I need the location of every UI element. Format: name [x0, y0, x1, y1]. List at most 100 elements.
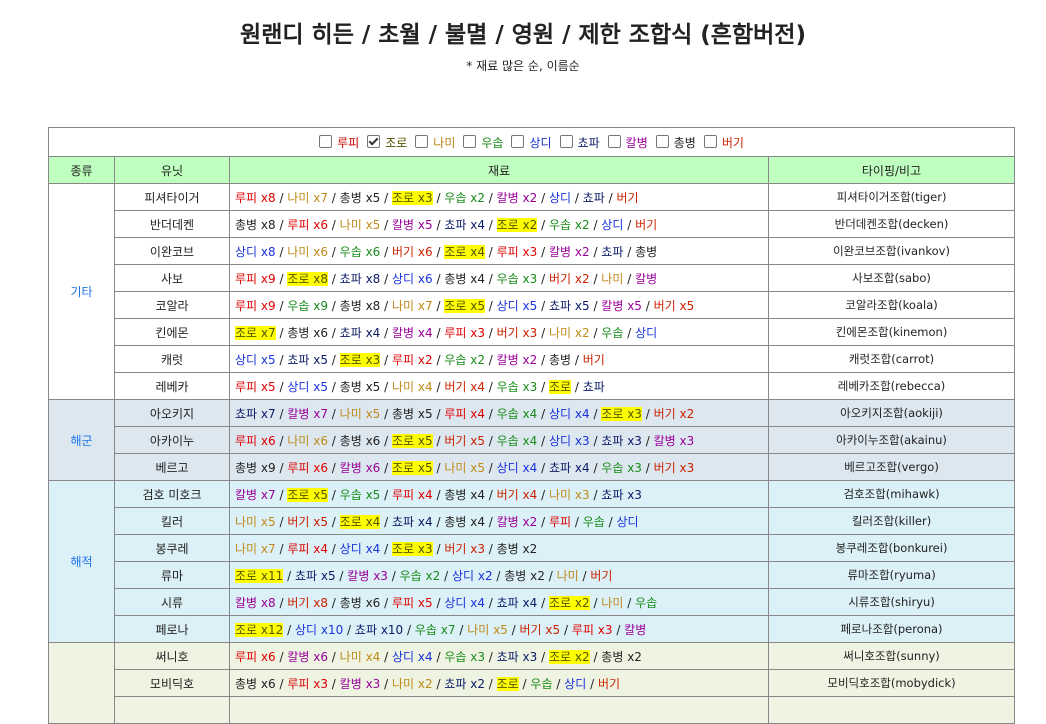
material-count: x3	[623, 433, 642, 448]
filter-4[interactable]: 상디	[511, 134, 552, 151]
material-name: 총병	[235, 676, 258, 691]
filter-checkbox[interactable]	[319, 134, 333, 148]
material-chip: 나미 x5	[444, 461, 485, 475]
filter-8[interactable]: 버기	[703, 134, 744, 151]
filter-1[interactable]: 조로	[367, 134, 407, 151]
material-name: 조로	[391, 433, 415, 448]
filter-label[interactable]: 총병	[674, 136, 696, 150]
filter-label[interactable]: 조로	[385, 136, 407, 150]
filter-checkbox[interactable]	[463, 134, 477, 148]
material-count: x4	[414, 514, 433, 529]
materials-cell: 나미 x7 / 루피 x4 / 상디 x4 / 조로 x3 / 버기 x3 / …	[229, 534, 769, 562]
filter-label[interactable]: 상디	[529, 136, 551, 150]
filter-2[interactable]: 나미	[415, 134, 455, 151]
type-cell: 기타	[48, 183, 115, 400]
materials-cell: 조로 x11 / 쵸파 x5 / 칼병 x3 / 우솝 x2 / 상디 x2 /…	[229, 561, 769, 589]
material-chip: 칼병 x7	[287, 407, 328, 421]
filter-label[interactable]: 쵸파	[578, 136, 600, 150]
material-name: 칼병	[653, 433, 676, 448]
filter-label[interactable]: 우솝	[481, 136, 503, 150]
filter-checkbox[interactable]	[559, 134, 573, 148]
material-count: x4	[518, 460, 538, 475]
material-name: 총병	[635, 244, 658, 259]
filter-0[interactable]: 루피	[319, 134, 359, 151]
material-name: 나미	[444, 460, 467, 475]
material-name: 우솝	[444, 190, 467, 205]
material-count: x4	[466, 487, 485, 502]
material-name: 루피	[235, 433, 258, 448]
filter-7[interactable]: 총병	[655, 134, 696, 151]
filter-checkbox[interactable]	[511, 134, 525, 148]
filter-label[interactable]: 루피	[337, 136, 359, 150]
material-chip: 상디	[635, 326, 657, 340]
filter-6[interactable]: 칼병	[607, 134, 648, 151]
filter-5[interactable]: 쵸파	[559, 134, 600, 151]
material-name: 칼병	[235, 595, 258, 610]
material-count: x5	[257, 379, 276, 394]
unit-cell: 킬러	[114, 507, 230, 535]
material-count: x6	[257, 433, 276, 448]
material-chip: 루피	[549, 515, 571, 529]
material-chip: 우솝 x7	[415, 623, 456, 637]
material-chip: 조로 x3	[391, 541, 433, 556]
table-row: 봉쿠레 나미 x7 / 루피 x4 / 상디 x4 / 조로 x3 / 버기 x3…	[49, 534, 1016, 562]
material-name: 루피	[235, 271, 258, 286]
note-cell: 피셔타이거조합(tiger)	[767, 183, 1016, 211]
material-name: 버기	[391, 244, 415, 259]
filter-label[interactable]: 버기	[722, 136, 744, 150]
material-count: x9	[257, 271, 276, 286]
filter-checkbox[interactable]	[367, 134, 381, 148]
material-chip: 칼병 x3	[347, 569, 388, 583]
material-name: 버기	[635, 217, 658, 232]
material-count: x6	[361, 460, 381, 475]
material-name: 루피	[287, 217, 310, 232]
material-chip: 총병 x4	[444, 488, 485, 502]
material-name: 칼병	[601, 298, 624, 313]
material-count: x2	[466, 352, 485, 367]
filter-checkbox[interactable]	[703, 134, 717, 148]
material-count: x3	[623, 487, 642, 502]
material-chip: 루피 x6	[287, 461, 328, 475]
material-count: x2	[571, 244, 590, 259]
filter-label[interactable]: 칼병	[626, 136, 648, 150]
material-count: x6	[309, 433, 328, 448]
material-name: 버기	[582, 352, 605, 367]
material-chip: 우솝 x9	[287, 299, 328, 313]
material-chip: 루피 x3	[444, 326, 485, 340]
material-chip: 조로 x12	[235, 622, 284, 637]
material-chip: 총병 x5	[392, 407, 433, 421]
table-row: 코알라 루피 x9 / 우솝 x9 / 총병 x8 / 나미 x7 / 조로 x5…	[49, 291, 1016, 319]
material-count: x5	[414, 460, 433, 475]
material-name: 조로	[235, 568, 258, 583]
material-name: 총병	[444, 271, 467, 286]
filter-checkbox[interactable]	[607, 134, 621, 148]
material-chip: 쵸파 x3	[497, 650, 538, 664]
materials-cell	[229, 696, 769, 724]
material-name: 우솝	[548, 217, 572, 232]
material-count: x3	[623, 460, 642, 475]
material-chip: 조로 x2	[548, 595, 590, 610]
material-name: 총병	[235, 460, 258, 475]
filter-3[interactable]: 우솝	[463, 134, 503, 151]
note-cell: 코알라조합(koala)	[767, 291, 1016, 319]
material-chip: 나미 x2	[549, 326, 590, 340]
material-count: x5	[361, 487, 381, 502]
note-cell	[767, 696, 1016, 724]
material-chip: 루피 x4	[287, 542, 328, 556]
filter-checkbox[interactable]	[415, 134, 429, 148]
material-chip: 우솝 x6	[340, 245, 381, 259]
material-name: 나미	[391, 676, 415, 691]
material-name: 조로	[391, 460, 415, 475]
material-name: 상디	[391, 649, 415, 664]
material-chip: 버기	[598, 677, 620, 691]
unit-cell: 아카이누	[114, 426, 230, 454]
material-name: 칼병	[347, 568, 370, 583]
material-count: x9	[309, 298, 328, 313]
material-chip: 쵸파 x4	[497, 596, 538, 610]
material-chip: 칼병 x2	[497, 353, 538, 367]
filter-label[interactable]: 나미	[433, 136, 455, 150]
filter-checkbox[interactable]	[655, 134, 669, 148]
material-name: 쵸파	[235, 406, 258, 421]
material-chip: 총병 x5	[340, 191, 381, 205]
material-count: x5	[414, 595, 433, 610]
